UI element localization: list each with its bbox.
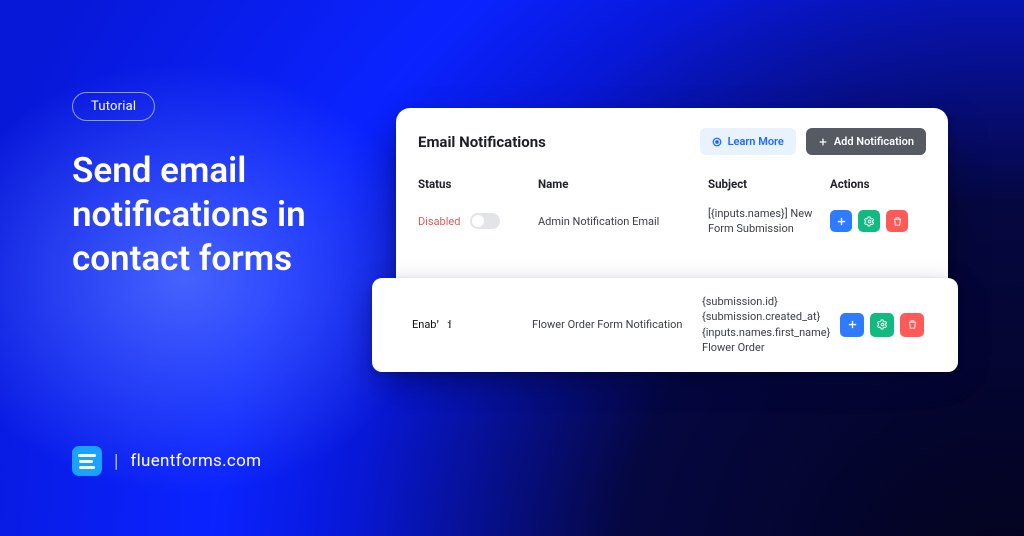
- trash-icon: [907, 319, 918, 330]
- row-name: Flower Order Form Notification: [532, 318, 702, 331]
- brand-block: | fluentforms.com: [72, 446, 261, 476]
- add-notification-label: Add Notification: [834, 135, 914, 148]
- page-headline: Send email notifications in contact form…: [72, 149, 412, 280]
- table-header: Status Name Subject Actions: [418, 177, 926, 191]
- delete-button[interactable]: [886, 210, 908, 232]
- table-row: Disabled Admin Notification Email [{inpu…: [418, 203, 926, 239]
- plus-icon: [818, 137, 828, 147]
- plus-icon: [847, 319, 858, 330]
- gear-icon: [864, 216, 875, 227]
- brand-logo-icon: [72, 446, 102, 476]
- settings-button[interactable]: [870, 313, 894, 337]
- col-subject: Subject: [708, 177, 830, 191]
- brand-site: fluentforms.com: [130, 451, 261, 471]
- table-row: Enabled Flower Order Form Notification {…: [372, 278, 958, 372]
- email-notifications-panel: Email Notifications Learn More Add Notif…: [396, 108, 948, 345]
- col-name: Name: [538, 177, 708, 191]
- panel-title: Email Notifications: [418, 133, 546, 151]
- target-icon: [712, 137, 722, 147]
- status-label: Disabled: [418, 215, 460, 228]
- row-subject: {submission.id} {submission.created_at} …: [702, 294, 840, 356]
- trash-icon: [892, 216, 903, 227]
- duplicate-button[interactable]: [830, 210, 852, 232]
- category-pill: Tutorial: [72, 92, 155, 121]
- plus-icon: [836, 216, 847, 227]
- settings-button[interactable]: [858, 210, 880, 232]
- delete-button[interactable]: [900, 313, 924, 337]
- learn-more-label: Learn More: [728, 135, 784, 148]
- col-status: Status: [418, 177, 538, 191]
- add-notification-button[interactable]: Add Notification: [806, 128, 926, 155]
- row-name: Admin Notification Email: [538, 215, 708, 228]
- duplicate-button[interactable]: [840, 313, 864, 337]
- gear-icon: [877, 319, 888, 330]
- brand-separator: |: [114, 451, 118, 472]
- col-actions: Actions: [830, 177, 926, 191]
- status-toggle[interactable]: [470, 213, 500, 229]
- row-subject: [{inputs.names}] New Form Submission: [708, 206, 830, 237]
- learn-more-button[interactable]: Learn More: [700, 128, 796, 155]
